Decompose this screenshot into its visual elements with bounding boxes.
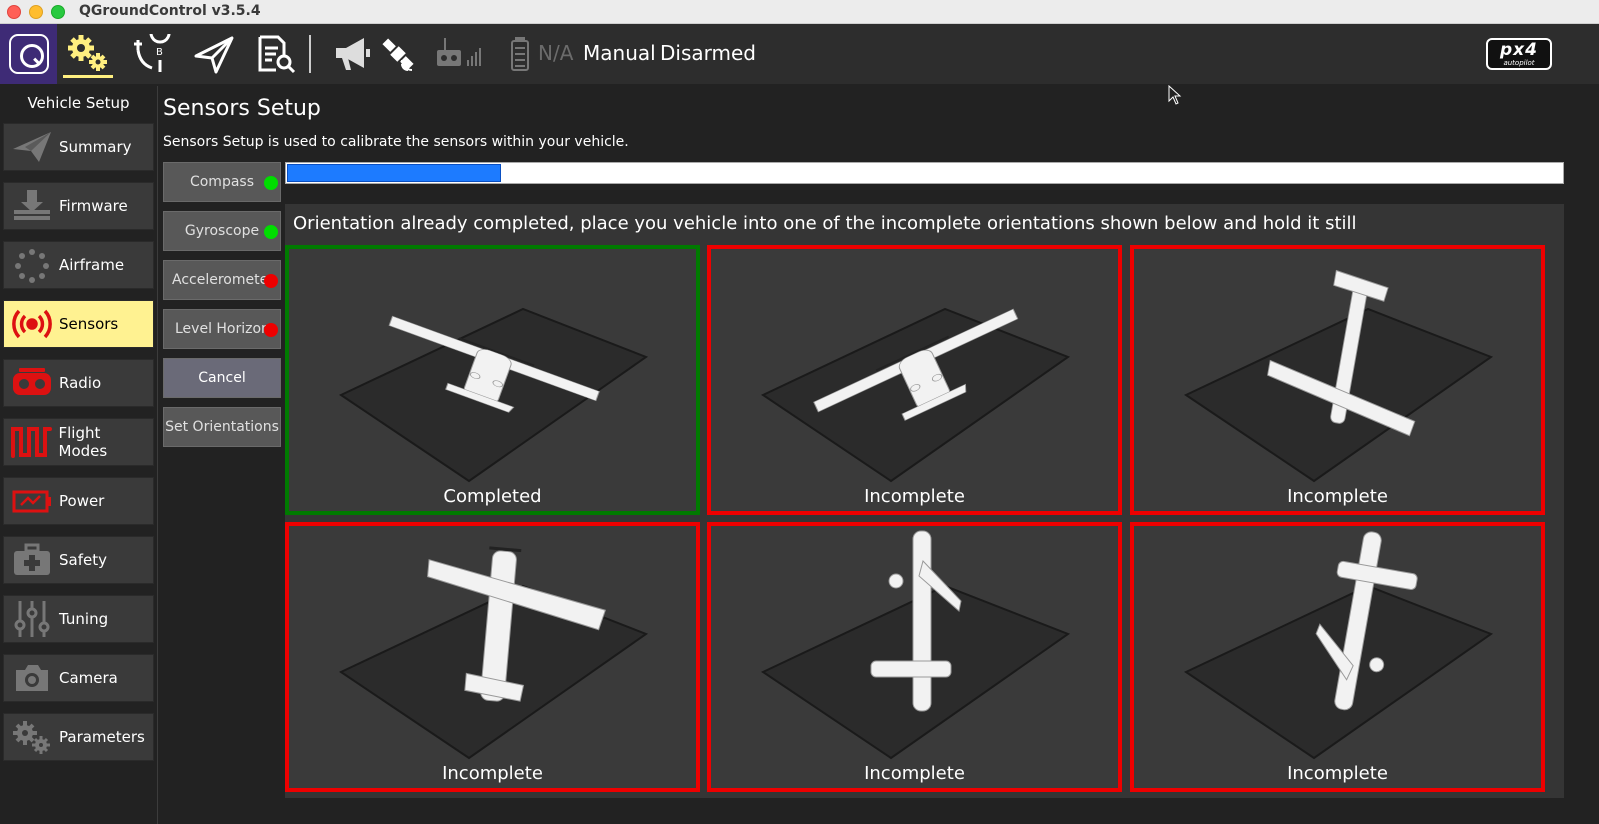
accelerometer-button-label: Accelerometer <box>172 272 274 288</box>
gyroscope-button[interactable]: Gyroscope <box>163 211 281 251</box>
svg-text:B: B <box>156 47 163 58</box>
satellite-icon[interactable] <box>373 30 423 78</box>
nav-label-tuning: Tuning <box>59 610 109 628</box>
nav-item-tuning[interactable]: Tuning <box>3 595 154 643</box>
orientation-status-4: Incomplete <box>442 763 543 784</box>
orientation-image-6 <box>1183 531 1494 760</box>
compass-button-label: Compass <box>189 174 255 190</box>
nav-item-sensors[interactable]: Sensors <box>3 300 154 348</box>
nav-label-flight-modes: Flight Modes <box>58 424 108 460</box>
nav-item-camera[interactable]: Camera <box>3 654 154 702</box>
orientation-cell-6: Incomplete <box>1130 522 1545 792</box>
compass-button[interactable]: Compass <box>163 162 281 202</box>
nav-item-flight-modes[interactable]: Flight Modes <box>3 418 154 466</box>
orientation-cell-4: Incomplete <box>285 522 700 792</box>
nav-item-parameters[interactable]: Parameters <box>3 713 154 761</box>
window-close-button[interactable] <box>7 5 21 19</box>
window-titlebar: QGroundControl v3.5.4 <box>0 0 1599 24</box>
orientation-image-2 <box>760 307 1071 483</box>
battery-status-text: N/A <box>538 41 574 65</box>
calibration-progress-fill <box>287 164 501 182</box>
parameters-gears-icon <box>4 714 59 760</box>
set-orientations-button[interactable]: Set Orientations <box>163 407 281 447</box>
qgc-logo-icon[interactable] <box>0 24 57 84</box>
vehicle-setup-gear-icon[interactable] <box>63 30 113 78</box>
orientation-image-3 <box>1183 269 1494 483</box>
nav-item-radio[interactable]: Radio <box>3 359 154 407</box>
download-icon <box>4 183 59 229</box>
nav-label-camera: Camera <box>59 669 118 687</box>
orientation-cell-1: Completed <box>285 245 700 515</box>
battery-icon[interactable] <box>502 30 538 78</box>
px4-logo-subtext: autopilot <box>1503 58 1535 67</box>
level-horizon-button[interactable]: Level Horizon <box>163 309 281 349</box>
sensors-broadcast-icon <box>4 301 59 347</box>
nav-label-safety: Safety <box>59 551 107 569</box>
nav-label-power: Power <box>59 492 105 510</box>
gyroscope-status-dot <box>264 225 278 239</box>
orientation-image-1 <box>338 307 649 483</box>
plan-route-icon[interactable]: B <box>127 30 177 78</box>
nav-label-parameters: Parameters <box>59 728 145 746</box>
toolbar-separator <box>309 35 311 73</box>
orientation-status-6: Incomplete <box>1287 763 1388 784</box>
nav-item-airframe[interactable]: Airframe <box>3 241 154 289</box>
window-minimize-button[interactable] <box>29 5 43 19</box>
fly-paper-plane-icon[interactable] <box>189 30 239 78</box>
radio-icon <box>4 360 59 406</box>
orientation-cell-5: Incomplete <box>707 522 1122 792</box>
main-toolbar: B N/A Manual Disarmed px4 autopilot <box>0 24 1599 84</box>
nav-label-summary: Summary <box>59 138 132 156</box>
nav-item-summary[interactable]: Summary <box>3 123 154 171</box>
page-description: Sensors Setup is used to calibrate the s… <box>163 134 629 150</box>
calibration-progress-bar <box>285 162 1564 184</box>
nav-item-firmware[interactable]: Firmware <box>3 182 154 230</box>
nav-title: Vehicle Setup <box>27 94 130 112</box>
orientation-cell-3: Incomplete <box>1130 245 1545 515</box>
level-horizon-button-label: Level Horizon <box>175 321 270 337</box>
nav-label-airframe: Airframe <box>59 256 125 274</box>
orientation-cell-2: Incomplete <box>707 245 1122 515</box>
compass-status-dot <box>264 176 278 190</box>
cancel-button[interactable]: Cancel <box>163 358 281 398</box>
nav-item-power[interactable]: Power <box>3 477 154 525</box>
nav-label-sensors: Sensors <box>59 315 119 333</box>
nav-item-safety[interactable]: Safety <box>3 536 154 584</box>
orientation-instructions: Orientation already completed, place you… <box>293 213 1357 234</box>
megaphone-icon[interactable] <box>327 30 377 78</box>
orientation-status-1: Completed <box>443 486 542 507</box>
nav-divider <box>157 86 158 824</box>
analyze-document-icon[interactable] <box>251 30 301 78</box>
platform-shape <box>1183 584 1494 760</box>
orientation-status-3: Incomplete <box>1287 486 1388 507</box>
flight-mode-selector[interactable]: Manual <box>583 41 656 65</box>
power-battery-icon <box>4 478 59 524</box>
orientation-status-5: Incomplete <box>864 763 965 784</box>
airframe-dots-icon <box>4 242 59 288</box>
accelerometer-button[interactable]: Accelerometer <box>163 260 281 300</box>
nav-label-firmware: Firmware <box>59 197 128 215</box>
orientation-image-5 <box>760 530 1071 760</box>
window-maximize-button[interactable] <box>51 5 65 19</box>
px4-autopilot-logo: px4 autopilot <box>1486 38 1552 70</box>
mouse-cursor-icon <box>1168 84 1182 109</box>
px4-logo-text: px4 <box>1500 39 1538 60</box>
signal-bars-icon <box>460 30 490 78</box>
tuning-sliders-icon <box>4 596 59 642</box>
safety-medkit-icon <box>4 537 59 583</box>
camera-icon <box>4 655 59 701</box>
paper-plane-icon <box>4 124 59 170</box>
nav-label-radio: Radio <box>59 374 102 392</box>
page-title: Sensors Setup <box>163 96 321 121</box>
flight-modes-wave-icon <box>4 419 59 465</box>
level-horizon-status-dot <box>264 323 278 337</box>
orientation-status-2: Incomplete <box>864 486 965 507</box>
accelerometer-status-dot <box>264 274 278 288</box>
gyroscope-button-label: Gyroscope <box>184 223 260 239</box>
arm-state-indicator[interactable]: Disarmed <box>660 41 756 65</box>
window-title: QGroundControl v3.5.4 <box>79 3 261 19</box>
orientation-image-4 <box>338 546 649 760</box>
